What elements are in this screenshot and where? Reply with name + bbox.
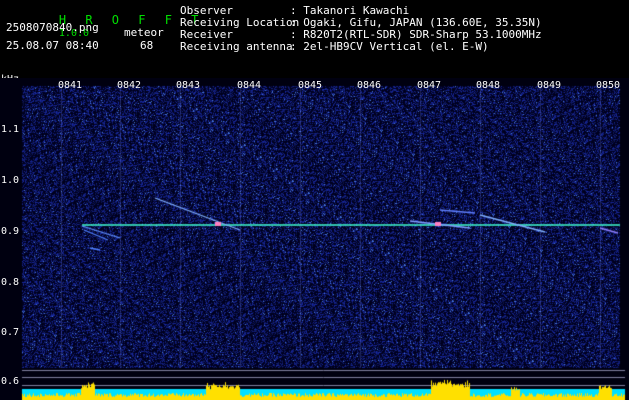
file-name: 2508070840.png bbox=[6, 21, 99, 34]
time-tick-0849: 0849 bbox=[537, 80, 562, 91]
time-tick-0843: 0843 bbox=[176, 80, 201, 91]
time-tick-0845: 0845 bbox=[298, 80, 323, 91]
info-value-antenna: : 2el-HB9CV Vertical (el. E-W) bbox=[290, 40, 489, 53]
time-tick-0846: 0846 bbox=[357, 80, 382, 91]
freq-tick-1.0: 1.0 bbox=[1, 175, 20, 186]
time-tick-0844: 0844 bbox=[237, 80, 262, 91]
time-tick-0850: 0850 bbox=[596, 80, 621, 91]
spectrogram-plot bbox=[0, 78, 629, 400]
freq-tick-0.7: 0.7 bbox=[1, 327, 20, 338]
info-key-antenna: Receiving antenna bbox=[180, 40, 293, 53]
meteor-count: 68 bbox=[140, 39, 154, 52]
header-panel: H R O F F T 1.0.0 2508070840.png 25.08.0… bbox=[0, 0, 629, 85]
freq-tick-0.8: 0.8 bbox=[1, 277, 20, 288]
file-date: 25.08.07 08:40 bbox=[6, 39, 99, 52]
freq-tick-0.9: 0.9 bbox=[1, 226, 20, 237]
meteor-label: meteor bbox=[124, 26, 164, 39]
freq-tick-1.1: 1.1 bbox=[1, 124, 20, 135]
time-tick-0841: 0841 bbox=[58, 80, 83, 91]
time-tick-0848: 0848 bbox=[476, 80, 501, 91]
freq-tick-0.6: 0.6 bbox=[1, 376, 20, 387]
time-tick-0842: 0842 bbox=[117, 80, 142, 91]
time-tick-0847: 0847 bbox=[417, 80, 442, 91]
